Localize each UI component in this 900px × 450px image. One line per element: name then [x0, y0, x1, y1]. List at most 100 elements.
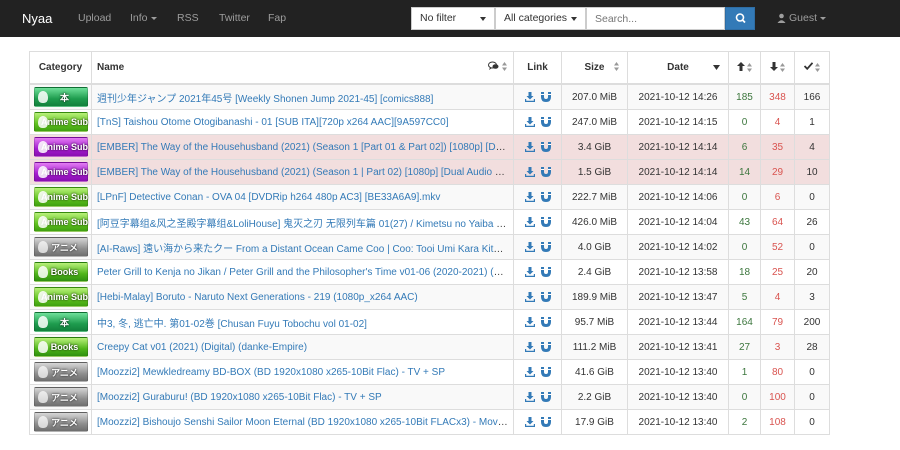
download-icon[interactable]: [524, 241, 535, 252]
column-seeders[interactable]: [728, 51, 761, 85]
magnet-icon[interactable]: [540, 266, 551, 277]
leechers-cell: 35: [760, 134, 795, 160]
torrent-name-link[interactable]: 週刊少年ジャンプ 2021年45号 [Weekly Shonen Jump 20…: [97, 94, 433, 105]
seeders-cell: 1: [728, 359, 761, 385]
sort-icon: [502, 62, 507, 71]
magnet-icon[interactable]: [540, 416, 551, 427]
magnet-icon[interactable]: [540, 116, 551, 127]
completed-cell: 20: [794, 259, 830, 285]
link-cell: [513, 309, 562, 335]
column-date[interactable]: Date: [627, 51, 729, 85]
category-badge-icon[interactable]: アニメ: [33, 362, 88, 382]
name-cell: [AI-Raws] 遠い海から来たクー From a Distant Ocean…: [91, 234, 514, 260]
leechers-cell: 29: [760, 159, 795, 185]
mascot-icon: [37, 316, 48, 328]
magnet-icon[interactable]: [540, 166, 551, 177]
magnet-icon[interactable]: [540, 391, 551, 402]
torrent-name-link[interactable]: [EMBER] The Way of the Househusband (202…: [97, 142, 509, 153]
download-icon[interactable]: [524, 191, 535, 202]
nav-twitter[interactable]: Twitter: [219, 0, 250, 37]
magnet-icon[interactable]: [540, 366, 551, 377]
column-name-label: Name: [97, 62, 125, 73]
table-row: Anime Sub [EMBER] The Way of the Househus…: [29, 134, 830, 160]
magnet-icon[interactable]: [540, 191, 551, 202]
download-icon[interactable]: [524, 141, 535, 152]
download-icon[interactable]: [524, 216, 535, 227]
seeders-cell: 6: [728, 134, 761, 160]
magnet-icon[interactable]: [540, 341, 551, 352]
download-icon[interactable]: [524, 391, 535, 402]
nav-info-dropdown[interactable]: Info: [130, 0, 157, 37]
torrent-name-link[interactable]: [TnS] Taishou Otome Otogibanashi - 01 [S…: [97, 117, 449, 128]
column-completed[interactable]: [794, 51, 830, 85]
category-badge-icon[interactable]: Anime Sub: [33, 162, 88, 182]
completed-cell: 4: [794, 134, 830, 160]
comments-sort[interactable]: [488, 61, 507, 74]
torrent-name-link[interactable]: [Moozzi2] Bishoujo Senshi Sailor Moon Et…: [97, 417, 513, 428]
size-cell: 17.9 GiB: [561, 409, 628, 435]
download-icon[interactable]: [524, 116, 535, 127]
download-icon[interactable]: [524, 291, 535, 302]
torrent-name-link[interactable]: [AI-Raws] 遠い海から来たクー From a Distant Ocean…: [97, 244, 510, 255]
torrent-name-link[interactable]: Peter Grill to Kenja no Jikan / Peter Gr…: [97, 267, 511, 278]
magnet-icon[interactable]: [540, 316, 551, 327]
brand-logo[interactable]: Nyaa: [22, 0, 52, 37]
torrent-name-link[interactable]: [EMBER] The Way of the Househusband (202…: [97, 167, 510, 178]
magnet-icon[interactable]: [540, 91, 551, 102]
magnet-icon[interactable]: [540, 291, 551, 302]
name-cell: Peter Grill to Kenja no Jikan / Peter Gr…: [91, 259, 514, 285]
size-cell: 222.7 MiB: [561, 184, 628, 210]
download-icon[interactable]: [524, 341, 535, 352]
user-icon: [777, 13, 786, 24]
torrent-name-link[interactable]: [阿豆字幕组&风之圣殿字幕组&LoliHouse] 鬼灭之刃 无限列车篇 01(…: [97, 219, 511, 230]
category-badge-icon[interactable]: アニメ: [33, 412, 88, 432]
category-badge-icon[interactable]: Books: [33, 337, 88, 357]
download-icon[interactable]: [524, 91, 535, 102]
search-input[interactable]: [586, 7, 725, 30]
magnet-icon[interactable]: [540, 241, 551, 252]
torrent-name-link[interactable]: 中3, 冬, 逃亡中. 第01-02巻 [Chusan Fuyu Tobochu…: [97, 319, 367, 330]
mascot-icon: [37, 341, 48, 353]
category-badge-icon[interactable]: Anime Sub: [33, 187, 88, 207]
category-badge-icon[interactable]: Anime Sub: [33, 212, 88, 232]
name-cell: 週刊少年ジャンプ 2021年45号 [Weekly Shonen Jump 20…: [91, 83, 514, 110]
column-leechers[interactable]: [760, 51, 795, 85]
category-badge-icon[interactable]: 本: [33, 87, 88, 107]
name-cell: [Hebi-Malay] Boruto - Naruto Next Genera…: [91, 284, 514, 310]
nav-upload[interactable]: Upload: [78, 0, 111, 37]
download-icon[interactable]: [524, 166, 535, 177]
size-cell: 95.7 MiB: [561, 309, 628, 335]
magnet-icon[interactable]: [540, 216, 551, 227]
column-category[interactable]: Category: [29, 51, 92, 85]
category-select[interactable]: All categories: [495, 7, 586, 30]
category-badge-icon[interactable]: アニメ: [33, 387, 88, 407]
nav-fap[interactable]: Fap: [268, 0, 286, 37]
category-badge-icon[interactable]: 本: [33, 312, 88, 332]
link-cell: [513, 209, 562, 235]
torrent-name-link[interactable]: Creepy Cat v01 (2021) (Digital) (danke-E…: [97, 342, 307, 353]
category-badge-icon[interactable]: Books: [33, 262, 88, 282]
nav-rss[interactable]: RSS: [177, 0, 199, 37]
category-badge-icon[interactable]: Anime Sub: [33, 137, 88, 157]
search-button[interactable]: [725, 7, 755, 30]
mascot-icon: [37, 216, 48, 228]
link-cell: [513, 334, 562, 360]
torrent-name-link[interactable]: [Moozzi2] Guraburu! (BD 1920x1080 x265-1…: [97, 392, 382, 403]
torrent-name-link[interactable]: [LPnF] Detective Conan - OVA 04 [DVDRip …: [97, 192, 440, 203]
category-badge-icon[interactable]: アニメ: [33, 237, 88, 257]
torrent-name-link[interactable]: [Hebi-Malay] Boruto - Naruto Next Genera…: [97, 292, 418, 303]
mascot-icon: [37, 141, 48, 153]
download-icon[interactable]: [524, 366, 535, 377]
user-menu[interactable]: Guest: [777, 0, 827, 37]
column-size[interactable]: Size: [561, 51, 628, 85]
filter-select[interactable]: No filter: [411, 7, 495, 30]
torrent-name-link[interactable]: [Moozzi2] Mewkledreamy BD-BOX (BD 1920x1…: [97, 367, 445, 378]
category-badge-icon[interactable]: Anime Sub: [33, 112, 88, 132]
download-icon[interactable]: [524, 266, 535, 277]
mascot-icon: [37, 366, 48, 378]
column-name[interactable]: Name: [91, 51, 514, 85]
download-icon[interactable]: [524, 416, 535, 427]
magnet-icon[interactable]: [540, 141, 551, 152]
download-icon[interactable]: [524, 316, 535, 327]
category-badge-icon[interactable]: Anime Sub: [33, 287, 88, 307]
